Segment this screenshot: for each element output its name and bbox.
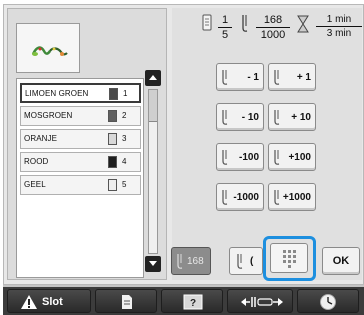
thread-color-list: LIMOEN GROEN 1 MOSGROEN 2 ORANJE 3 ROOD … <box>16 78 144 278</box>
scroll-down-button[interactable] <box>145 256 161 272</box>
button-label: - 1 <box>247 72 259 83</box>
svg-text:?: ? <box>190 298 196 309</box>
ok-label: OK <box>332 255 350 267</box>
color-number: 2 <box>122 111 127 120</box>
current-color-number: 1 <box>218 14 232 28</box>
needle-icon <box>242 15 248 32</box>
color-number: 4 <box>122 157 127 166</box>
back-100-stitches-button[interactable]: -100 <box>216 143 264 171</box>
hourglass-icon <box>297 15 309 33</box>
elapsed-time: 1 min <box>316 14 362 27</box>
color-swatch <box>109 88 118 100</box>
needle-icon <box>274 70 280 85</box>
time-progress-fraction: 1 min 3 min <box>316 14 362 39</box>
color-name: GEEL <box>24 180 46 189</box>
pattern-preview-icon <box>31 46 68 56</box>
color-name: LIMOEN GROEN <box>25 89 89 98</box>
bottom-toolbar: Slot ? <box>3 285 364 315</box>
color-name: ROOD <box>24 157 49 166</box>
forward-100-stitches-button[interactable]: +100 <box>268 143 316 171</box>
color-swatch <box>108 179 117 191</box>
thread-cutter-icon <box>241 297 283 307</box>
total-color-number: 5 <box>221 29 229 41</box>
button-label: + 10 <box>291 112 311 123</box>
button-label: -1000 <box>233 192 259 203</box>
warning-icon <box>21 295 37 309</box>
ok-button[interactable]: OK <box>322 247 360 275</box>
forward-1000-stitches-button[interactable]: +1000 <box>268 183 316 211</box>
needle-icon <box>222 70 228 85</box>
thread-cutter-button[interactable] <box>227 289 293 313</box>
button-label: + 1 <box>296 72 311 83</box>
color-number: 5 <box>122 180 127 189</box>
stitch-count-value: 168 <box>187 256 204 267</box>
color-number: 1 <box>123 89 128 98</box>
grid-icon <box>283 250 296 268</box>
page-button[interactable] <box>95 289 157 313</box>
needle-icon <box>237 254 243 269</box>
button-label: - 10 <box>241 112 259 123</box>
color-progress-fraction: 1 5 <box>218 14 232 41</box>
needle-icon <box>222 110 228 125</box>
button-label: +1000 <box>282 192 311 203</box>
total-stitches: 1000 <box>260 29 286 41</box>
presser-foot-icon <box>202 14 212 31</box>
needle-icon <box>222 190 228 205</box>
help-button[interactable]: ? <box>161 289 223 313</box>
color-item-2[interactable]: MOSGROEN 2 <box>20 106 141 126</box>
button-label: -100 <box>238 152 259 163</box>
color-item-4[interactable]: ROOD 4 <box>20 152 141 172</box>
color-name: MOSGROEN <box>24 111 73 120</box>
current-stitch: 168 <box>256 14 290 28</box>
needle-icon <box>177 254 183 269</box>
left-panel: LIMOEN GROEN 1 MOSGROEN 2 ORANJE 3 ROOD … <box>7 8 167 280</box>
help-icon: ? <box>183 294 203 310</box>
forward-10-stitches-button[interactable]: + 10 <box>268 103 316 131</box>
color-swatch <box>108 156 117 168</box>
needle-position-button[interactable]: ( <box>229 247 263 275</box>
scroll-up-button[interactable] <box>145 70 161 86</box>
color-number: 3 <box>122 134 127 143</box>
color-list-scrollbar[interactable] <box>148 89 158 254</box>
back-1-stitch-button[interactable]: - 1 <box>216 63 264 91</box>
needle-icon <box>274 110 280 125</box>
needle-icon <box>222 150 228 165</box>
button-label: +100 <box>288 152 311 163</box>
color-item-3[interactable]: ORANJE 3 <box>20 129 141 149</box>
clock-icon <box>320 294 336 310</box>
back-10-stitches-button[interactable]: - 10 <box>216 103 264 131</box>
color-name: ORANJE <box>24 134 58 143</box>
clock-button[interactable] <box>297 289 359 313</box>
color-item-1[interactable]: LIMOEN GROEN 1 <box>20 83 141 103</box>
slot-button[interactable]: Slot <box>7 289 91 313</box>
needle-icon <box>274 150 280 165</box>
stitch-progress-fraction: 168 1000 <box>256 14 290 41</box>
button-label: ( <box>250 256 254 267</box>
pattern-preview <box>16 23 80 73</box>
scrollbar-thumb[interactable] <box>149 90 157 122</box>
stitch-grid-button[interactable] <box>270 243 308 273</box>
current-stitch-display: 168 <box>171 247 211 275</box>
color-item-5[interactable]: GEEL 5 <box>20 175 141 195</box>
total-time: 3 min <box>326 28 352 39</box>
back-1000-stitches-button[interactable]: -1000 <box>216 183 264 211</box>
needle-icon <box>274 190 280 205</box>
forward-1-stitch-button[interactable]: + 1 <box>268 63 316 91</box>
page-icon <box>122 295 132 309</box>
color-swatch <box>108 133 117 145</box>
embroidery-screen: LIMOEN GROEN 1 MOSGROEN 2 ORANJE 3 ROOD … <box>0 0 364 315</box>
slot-label: Slot <box>42 296 63 308</box>
color-swatch <box>108 110 117 122</box>
